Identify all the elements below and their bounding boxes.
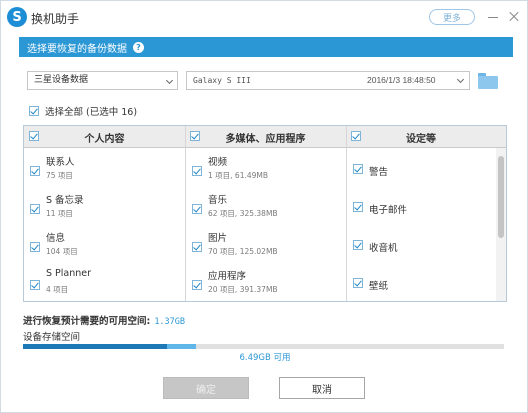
checkbox-checked-icon[interactable] (351, 131, 361, 141)
chevron-down-icon (165, 76, 174, 85)
section-title: 选择要恢复的备份数据 (27, 43, 127, 55)
app-title: 换机助手 (31, 12, 80, 26)
storage-bar (23, 344, 504, 349)
list-item-pictures[interactable]: 图片 70 项目, 125.02MB (186, 226, 346, 264)
header-settings[interactable]: 设定等 (346, 126, 496, 148)
checkbox-checked-icon[interactable] (192, 166, 202, 176)
scroll-thumb[interactable] (498, 156, 504, 238)
chevron-down-icon (456, 75, 465, 84)
checkbox-checked-icon[interactable] (353, 278, 363, 288)
checkbox-checked-icon[interactable] (30, 242, 40, 252)
storage-needed-fill (167, 344, 197, 349)
checkbox-checked-icon[interactable] (30, 166, 40, 176)
title-bar: S 换机助手 更多 (1, 1, 527, 33)
close-button[interactable] (506, 9, 522, 25)
space-needed-value: 1.37GB (154, 317, 186, 327)
checkbox-checked-icon[interactable] (30, 204, 40, 214)
section-header: 选择要恢复的备份数据 ? (19, 37, 513, 57)
checkbox-checked-icon[interactable] (190, 131, 200, 141)
storage-available: 6.49GB 可用 (239, 353, 291, 363)
checkbox-checked-icon[interactable] (29, 106, 39, 116)
header-media[interactable]: 多媒体、应用程序 (185, 126, 346, 148)
device-type-value: 三星设备数据 (34, 75, 89, 85)
list-item-planner[interactable]: S Planner 4 项目 (24, 264, 184, 301)
folder-icon[interactable] (478, 73, 498, 89)
list-item-memo[interactable]: S 备忘录 11 项目 (24, 188, 184, 226)
checkbox-checked-icon[interactable] (192, 242, 202, 252)
device-type-select[interactable]: 三星设备数据 (27, 71, 178, 90)
checkbox-checked-icon[interactable] (353, 164, 363, 174)
list-item-wallpaper[interactable]: 壁纸 (347, 264, 495, 301)
backup-date: 2016/1/3 18:48:50 (367, 75, 436, 85)
cancel-button[interactable]: 取消 (279, 377, 365, 399)
space-needed: 进行恢复预计需要的可用空间: 1.37GB (23, 316, 186, 327)
list-item-apps[interactable]: 应用程序 20 项目, 391.37MB (186, 264, 346, 301)
header-personal[interactable]: 个人内容 (24, 126, 185, 148)
list-item-radio[interactable]: 收音机 (347, 226, 495, 264)
storage-label: 设备存储空间 (23, 332, 81, 343)
app-logo-icon: S (7, 7, 27, 27)
more-button[interactable]: 更多 (429, 9, 475, 25)
list-item-email[interactable]: 电子邮件 (347, 188, 495, 226)
minimize-button[interactable] (485, 9, 501, 25)
checkbox-checked-icon[interactable] (30, 280, 40, 290)
checkbox-checked-icon[interactable] (29, 131, 39, 141)
backup-select[interactable]: Galaxy S III 2016/1/3 18:48:50 (186, 71, 470, 90)
backup-device-name: Galaxy S III (193, 76, 251, 85)
list-item-contacts[interactable]: 联系人 75 项目 (24, 150, 184, 188)
checkbox-checked-icon[interactable] (192, 280, 202, 290)
help-icon[interactable]: ? (133, 41, 144, 53)
checkbox-checked-icon[interactable] (192, 204, 202, 214)
app-window: S 换机助手 更多 选择要恢复的备份数据 ? 三星设备数据 Galaxy S I… (0, 0, 528, 413)
list-item-messages[interactable]: 信息 104 项目 (24, 226, 184, 264)
select-all-checkbox[interactable]: 选择全部 (已选中 16) (29, 104, 137, 118)
list-item-video[interactable]: 视频 1 项目, 61.49MB (186, 150, 346, 188)
list-item-alarm[interactable]: 警告 (347, 150, 495, 188)
list-item-music[interactable]: 音乐 62 项目, 325.38MB (186, 188, 346, 226)
table-header: 个人内容 多媒体、应用程序 设定等 (24, 126, 506, 148)
storage-used-fill (23, 344, 168, 349)
checkbox-checked-icon[interactable] (353, 202, 363, 212)
checkbox-checked-icon[interactable] (353, 240, 363, 250)
select-all-label: 选择全部 (已选中 16) (45, 107, 138, 118)
content-table: 个人内容 多媒体、应用程序 设定等 联系人 75 项目 S 备忘录 11 项目 (23, 125, 507, 302)
table-scrollbar[interactable] (496, 148, 506, 301)
confirm-button[interactable]: 确定 (163, 377, 249, 399)
